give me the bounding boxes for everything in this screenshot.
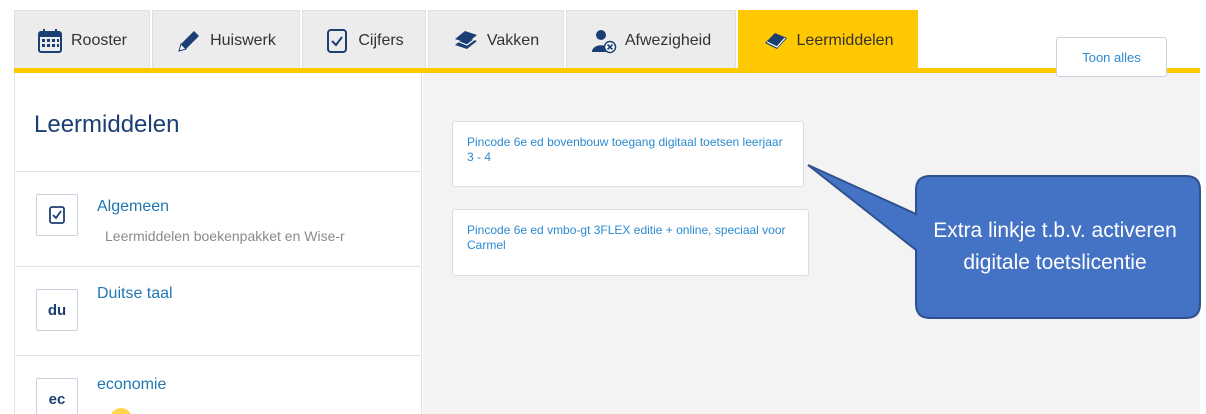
notification-dot (110, 408, 132, 414)
sidebar-item-subtitle: Leermiddelen boekenpakket en Wise-r (105, 228, 345, 244)
tab-label: Huiswerk (210, 31, 276, 49)
absence-user-icon (591, 28, 617, 54)
link-text: Pincode 6e ed bovenbouw toegang digitaal… (467, 135, 783, 164)
link-card-pincode-vmbo[interactable]: Pincode 6e ed vmbo-gt 3FLEX editie + onl… (452, 209, 809, 276)
sidebar: Leermiddelen Algemeen Leermiddelen boeke… (14, 73, 422, 414)
subject-badge: ec (36, 378, 78, 414)
subject-badge: du (36, 289, 78, 331)
tab-rooster[interactable]: Rooster (14, 10, 150, 70)
sidebar-item-duitse-taal[interactable]: du Duitse taal (15, 266, 422, 355)
pencil-icon (176, 28, 202, 54)
document-check-icon (36, 194, 78, 236)
sidebar-item-economie[interactable]: ec economie (15, 355, 422, 414)
tab-afwezigheid[interactable]: Afwezigheid (566, 10, 736, 70)
grade-document-icon (324, 28, 350, 54)
tab-label: Rooster (70, 31, 128, 49)
sidebar-item-name: economie (97, 376, 167, 393)
sidebar-item-name: Algemeen (97, 198, 170, 215)
tab-label: Afwezigheid (624, 31, 712, 49)
link-card-pincode-bovenbouw[interactable]: Pincode 6e ed bovenbouw toegang digitaal… (452, 121, 804, 187)
sidebar-title: Leermiddelen (34, 111, 180, 138)
tab-vakken[interactable]: Vakken (428, 10, 564, 70)
tab-bar: Rooster Huiswerk Cijfers Vakken Afwezigh… (0, 0, 1206, 72)
tab-label: Vakken (486, 31, 540, 49)
sidebar-item-name: Duitse taal (97, 285, 173, 302)
callout-text: Extra linkje t.b.v. activeren digitale t… (933, 219, 1177, 274)
show-all-button[interactable]: Toon alles (1056, 37, 1167, 77)
tab-huiswerk[interactable]: Huiswerk (152, 10, 300, 70)
tab-label: Leermiddelen (796, 31, 894, 49)
books-icon (453, 28, 479, 54)
book-icon (763, 28, 789, 54)
link-text: Pincode 6e ed vmbo-gt 3FLEX editie + onl… (467, 223, 786, 252)
sidebar-item-algemeen[interactable]: Algemeen Leermiddelen boekenpakket en Wi… (15, 171, 422, 266)
tab-label: Cijfers (358, 31, 404, 49)
tab-leermiddelen[interactable]: Leermiddelen (738, 10, 918, 70)
calendar-icon (37, 28, 63, 54)
tab-cijfers[interactable]: Cijfers (302, 10, 426, 70)
